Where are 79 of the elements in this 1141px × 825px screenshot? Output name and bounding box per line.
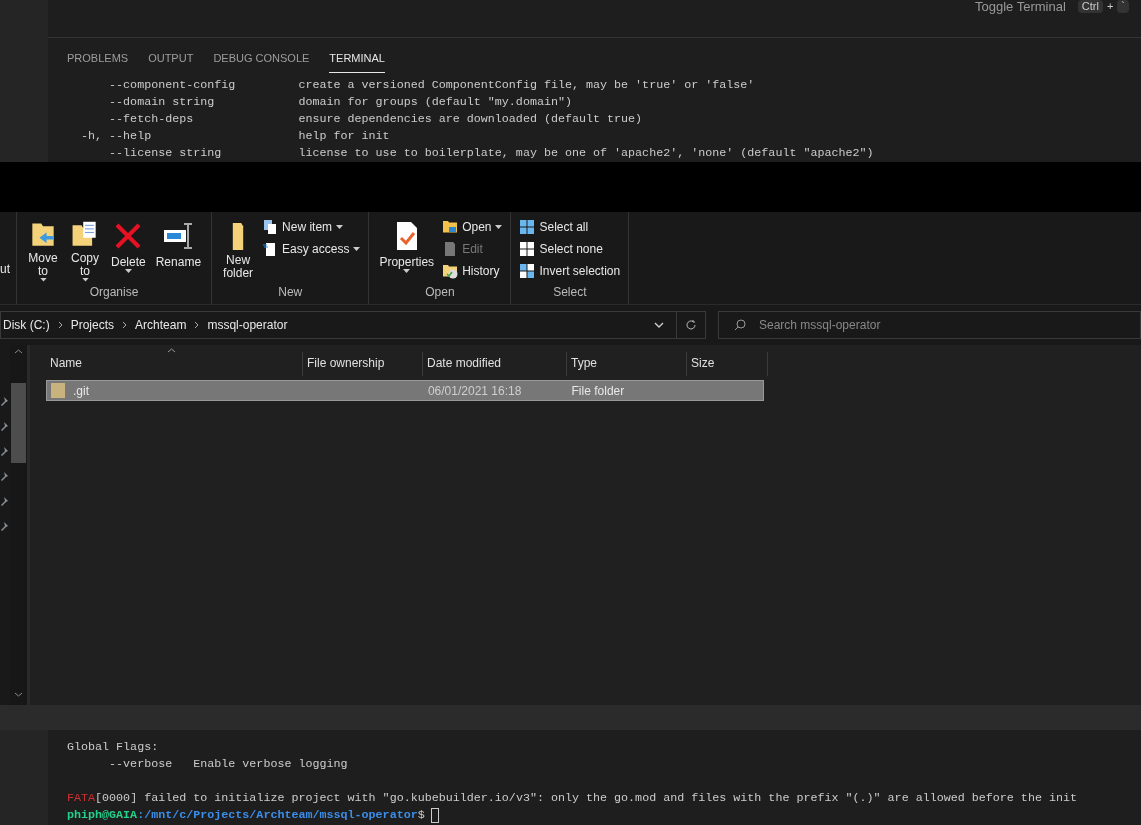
group-label: Open <box>424 284 456 301</box>
address-bar[interactable]: Disk (C:) Projects Archteam mssql-operator <box>0 311 706 339</box>
select-none-icon <box>519 241 536 257</box>
prompt-symbol: $ <box>417 807 425 824</box>
ribbon-button[interactable]: Move to <box>23 216 63 282</box>
caret-icon <box>336 225 344 229</box>
caret-icon <box>495 225 503 229</box>
invert-selection-icon <box>519 263 536 279</box>
rename-icon <box>162 220 195 252</box>
group-label: Select <box>552 284 588 301</box>
sort-ascending-icon <box>167 348 176 353</box>
terminal-line: --fetch-deps ensure dependencies are downloaded (default true) <box>108 111 643 128</box>
new-item-icon <box>262 219 279 235</box>
keyboard-key: Ctrl <box>1077 0 1103 13</box>
chevron-right-icon <box>122 321 128 329</box>
caret-icon <box>124 269 132 273</box>
history-icon <box>442 263 459 279</box>
breadcrumb-item[interactable]: Disk (C:) <box>1 316 52 334</box>
file-type: File folder <box>571 383 625 398</box>
caret-icon <box>353 247 361 251</box>
prompt-user: phiph@GAIA <box>67 807 138 824</box>
prompt-path: :/mnt/c/Projects/Archteam/mssql-operator <box>137 807 418 824</box>
search-icon <box>734 319 746 331</box>
scrollbar-thumb[interactable] <box>11 383 26 463</box>
toggle-terminal-label: Toggle Terminal <box>974 0 1066 14</box>
panel-tab[interactable]: PROBLEMS <box>67 49 129 73</box>
ribbon-button[interactable]: Delete <box>107 216 150 282</box>
folder-icon <box>232 222 245 250</box>
terminal-line: FATA[0000] failed to initialize project with "go.kubebuilder.io/v3": only the go.mod and files with the prefix "(.)" are allowed before the init <box>67 790 1077 807</box>
breadcrumb-item[interactable]: Projects <box>68 316 117 334</box>
file-row[interactable]: .git 06/01/2021 16:18 File folder <box>46 380 764 401</box>
ribbon-button[interactable]: Open <box>440 216 505 238</box>
ribbon-button[interactable]: Copy to <box>65 216 105 282</box>
terminal-line: --component-config create a versioned ComponentConfig file, may be 'true' or 'false' <box>108 77 755 94</box>
caret-icon <box>403 269 411 273</box>
ribbon-button[interactable]: Easy access <box>260 238 363 260</box>
ribbon-button[interactable]: New folder <box>218 216 259 282</box>
folder-icon <box>51 383 65 398</box>
panel-tab[interactable]: DEBUG CONSOLE <box>213 49 310 73</box>
chevron-right-icon <box>57 321 63 329</box>
terminal-line: --verbose Enable verbose logging <box>108 756 348 773</box>
breadcrumb-item[interactable]: Archteam <box>133 316 189 334</box>
column-header[interactable]: Date modified <box>423 352 567 376</box>
chevron-down-icon[interactable] <box>654 322 664 328</box>
panel-tab[interactable]: OUTPUT <box>148 49 194 73</box>
file-name: .git <box>73 382 89 400</box>
chevron-right-icon <box>194 321 200 329</box>
scroll-up-icon[interactable] <box>14 349 23 354</box>
group-label: Organise <box>88 284 140 301</box>
ribbon-label: ut <box>0 261 10 278</box>
group-label: New <box>277 284 304 301</box>
ribbon-button[interactable]: Select all <box>517 216 623 238</box>
search-field[interactable]: Search mssql-operator <box>718 311 1141 339</box>
breadcrumb-item[interactable]: mssql-operator <box>205 316 290 334</box>
ribbon-button[interactable]: New item <box>260 216 363 238</box>
ribbon-button[interactable]: Select none <box>517 238 623 260</box>
caret-icon <box>39 278 47 282</box>
column-header[interactable]: Name <box>46 352 303 376</box>
open-folder-icon <box>442 219 459 235</box>
column-header[interactable]: File ownership <box>303 352 423 376</box>
select-all-icon <box>519 219 536 235</box>
ribbon-button[interactable]: Properties <box>375 216 439 282</box>
ribbon-button[interactable]: Invert selection <box>517 260 623 282</box>
date-modified: 06/01/2021 16:18 <box>427 383 522 398</box>
column-header[interactable]: Type <box>567 352 687 376</box>
ribbon-button[interactable]: Rename <box>151 216 206 282</box>
panel-tab[interactable]: TERMINAL <box>329 49 385 73</box>
column-header[interactable]: Size <box>687 352 768 376</box>
text-cursor <box>430 808 439 823</box>
terminal-line: --license string license to use to boilerplate, may be one of 'apache2', 'none' (default "apache2") <box>108 145 874 162</box>
terminal-line: -h, --help help for init <box>80 128 390 145</box>
terminal-line: --domain string domain for groups (default "my.domain") <box>108 94 572 111</box>
ribbon-button[interactable]: History <box>440 260 505 282</box>
keyboard-key: ` <box>1117 0 1129 13</box>
key-separator: + <box>1106 0 1114 13</box>
terminal-line: Global Flags: <box>67 739 159 756</box>
caret-icon <box>81 278 89 282</box>
refresh-icon[interactable] <box>685 319 697 331</box>
scroll-down-icon[interactable] <box>14 692 23 697</box>
